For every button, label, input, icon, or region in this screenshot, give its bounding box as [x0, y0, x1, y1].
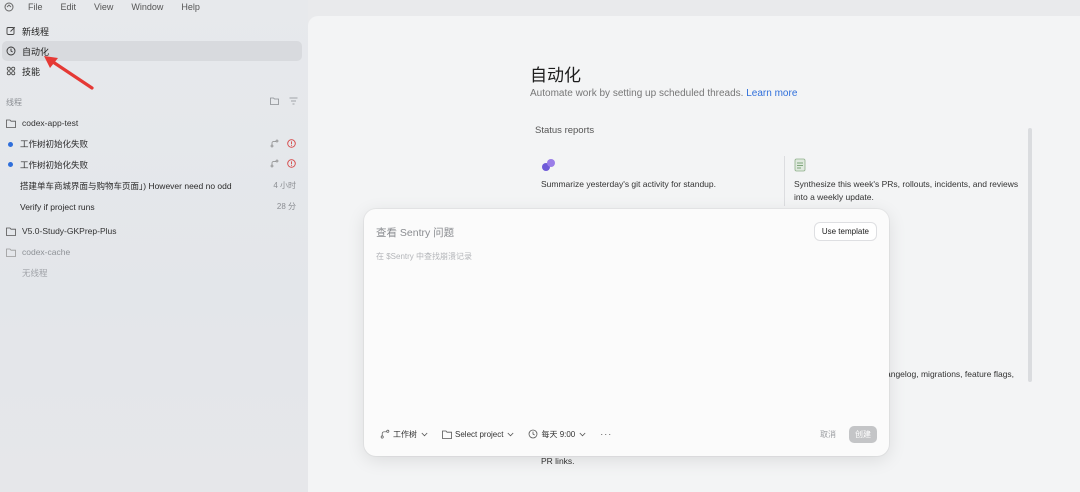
- menu-file[interactable]: File: [28, 2, 43, 12]
- thread-title: 工作树初始化失败: [20, 159, 89, 170]
- dialog-footer: 工作树 Select project 每天 9:00 ··· 取消 创建: [380, 425, 877, 443]
- grid-icon: [6, 66, 16, 76]
- thread-item[interactable]: 工作树初始化失败: [2, 155, 302, 176]
- chevron-down-icon: [421, 431, 428, 438]
- filter-icon[interactable]: [289, 97, 298, 107]
- chevron-down-icon: [507, 431, 514, 438]
- branch-icon: [270, 139, 279, 150]
- scrollbar[interactable]: [1028, 128, 1032, 382]
- thread-item[interactable]: 工作树初始化失败: [2, 134, 302, 155]
- menu-bar: File Edit View Window Help: [0, 0, 308, 14]
- codex-logo-icon[interactable]: [4, 2, 14, 12]
- thread-item[interactable]: 搭建单车商城界面与购物车页面」) However need no odd 4 小…: [2, 175, 302, 196]
- empty-threads-label: 无线程: [22, 267, 48, 278]
- page-subtitle: Automate work by setting up scheduled th…: [530, 88, 797, 99]
- card-text-line2: into a weekly update.: [794, 192, 874, 202]
- edit-icon: [6, 26, 16, 36]
- subtitle-text: Automate work by setting up scheduled th…: [530, 88, 744, 99]
- branch-icon: [380, 429, 390, 439]
- card-text: Summarize yesterday's git activity for s…: [541, 179, 716, 189]
- project-folder[interactable]: V5.0-Study-GKPrep-Plus: [2, 221, 302, 242]
- menu-help[interactable]: Help: [181, 2, 200, 12]
- folder-icon: [6, 118, 16, 128]
- nav-skills-label: 技能: [22, 66, 41, 77]
- project-select-label: Select project: [455, 429, 504, 439]
- unread-dot: [8, 141, 13, 147]
- learn-more-link[interactable]: Learn more: [746, 88, 797, 99]
- threads-section-header: 线程: [6, 96, 298, 108]
- sidebar: File Edit View Window Help 新线程 自动化 技能 线程…: [0, 0, 308, 492]
- section-title: Status reports: [535, 125, 595, 136]
- unread-dot: [8, 162, 13, 168]
- menu-view[interactable]: View: [94, 2, 113, 12]
- document-icon: [794, 158, 808, 172]
- thread-time: 28 分: [276, 202, 296, 212]
- nav-new-thread-label: 新线程: [22, 26, 50, 37]
- automation-card[interactable]: Summarize yesterday's git activity for s…: [541, 158, 716, 191]
- menu-edit[interactable]: Edit: [61, 2, 77, 12]
- clock-icon: [528, 429, 538, 439]
- chevron-down-icon: [579, 431, 586, 438]
- thread-time: 4 小时: [273, 181, 296, 191]
- more-options-button[interactable]: ···: [600, 429, 612, 439]
- project-select[interactable]: Select project: [442, 429, 514, 439]
- card-partial-text: angelog, migrations, feature flags,: [886, 369, 1015, 379]
- page-title: 自动化: [530, 66, 581, 85]
- project-name: V5.0-Study-GKPrep-Plus: [22, 226, 117, 237]
- automation-prompt-input[interactable]: 在 $Sentry 中查找崩溃记录: [376, 251, 472, 262]
- thread-item[interactable]: Verify if project runs 28 分: [2, 196, 302, 217]
- branch-icon: [270, 159, 279, 170]
- error-icon: [287, 159, 296, 170]
- new-folder-icon[interactable]: [270, 97, 279, 107]
- cancel-button[interactable]: 取消: [820, 429, 836, 440]
- folder-icon: [6, 247, 16, 257]
- clock-icon: [6, 46, 16, 56]
- use-template-button[interactable]: Use template: [813, 222, 877, 241]
- menu-window[interactable]: Window: [131, 2, 163, 12]
- sparkle-icon: [541, 158, 555, 172]
- error-icon: [287, 138, 296, 150]
- worktree-label: 工作树: [393, 429, 417, 439]
- annotation-arrow-icon: [44, 56, 94, 90]
- create-button[interactable]: 创建: [849, 425, 877, 443]
- automation-card[interactable]: Synthesize this week's PRs, rollouts, in…: [794, 158, 1018, 204]
- thread-title: Verify if project runs: [20, 201, 95, 212]
- thread-tree: codex-app-test 工作树初始化失败 工作树初始化失败 搭建单车商城界…: [2, 113, 302, 283]
- create-automation-dialog: 查看 Sentry 问题 在 $Sentry 中查找崩溃记录 Use templ…: [364, 209, 889, 456]
- thread-title: 工作树初始化失败: [20, 139, 89, 150]
- thread-title: 搭建单车商城界面与购物车页面」) However need no odd: [20, 180, 232, 191]
- folder-icon: [6, 226, 16, 236]
- folder-icon: [442, 429, 452, 439]
- nav-new-thread[interactable]: 新线程: [2, 21, 302, 41]
- project-name: codex-app-test: [22, 118, 79, 129]
- threads-section-title: 线程: [6, 97, 22, 107]
- card-text-line1: Synthesize this week's PRs, rollouts, in…: [794, 179, 1019, 189]
- schedule-select[interactable]: 每天 9:00: [528, 429, 586, 440]
- project-folder[interactable]: codex-cache: [2, 242, 302, 263]
- schedule-label: 每天 9:00: [541, 429, 576, 439]
- automation-title-input[interactable]: 查看 Sentry 问题: [376, 225, 454, 240]
- project-folder[interactable]: codex-app-test: [2, 113, 302, 134]
- worktree-select[interactable]: 工作树: [380, 429, 428, 440]
- card-partial-text: PR links.: [541, 456, 575, 466]
- project-name: codex-cache: [22, 247, 71, 258]
- card-divider: [784, 156, 785, 206]
